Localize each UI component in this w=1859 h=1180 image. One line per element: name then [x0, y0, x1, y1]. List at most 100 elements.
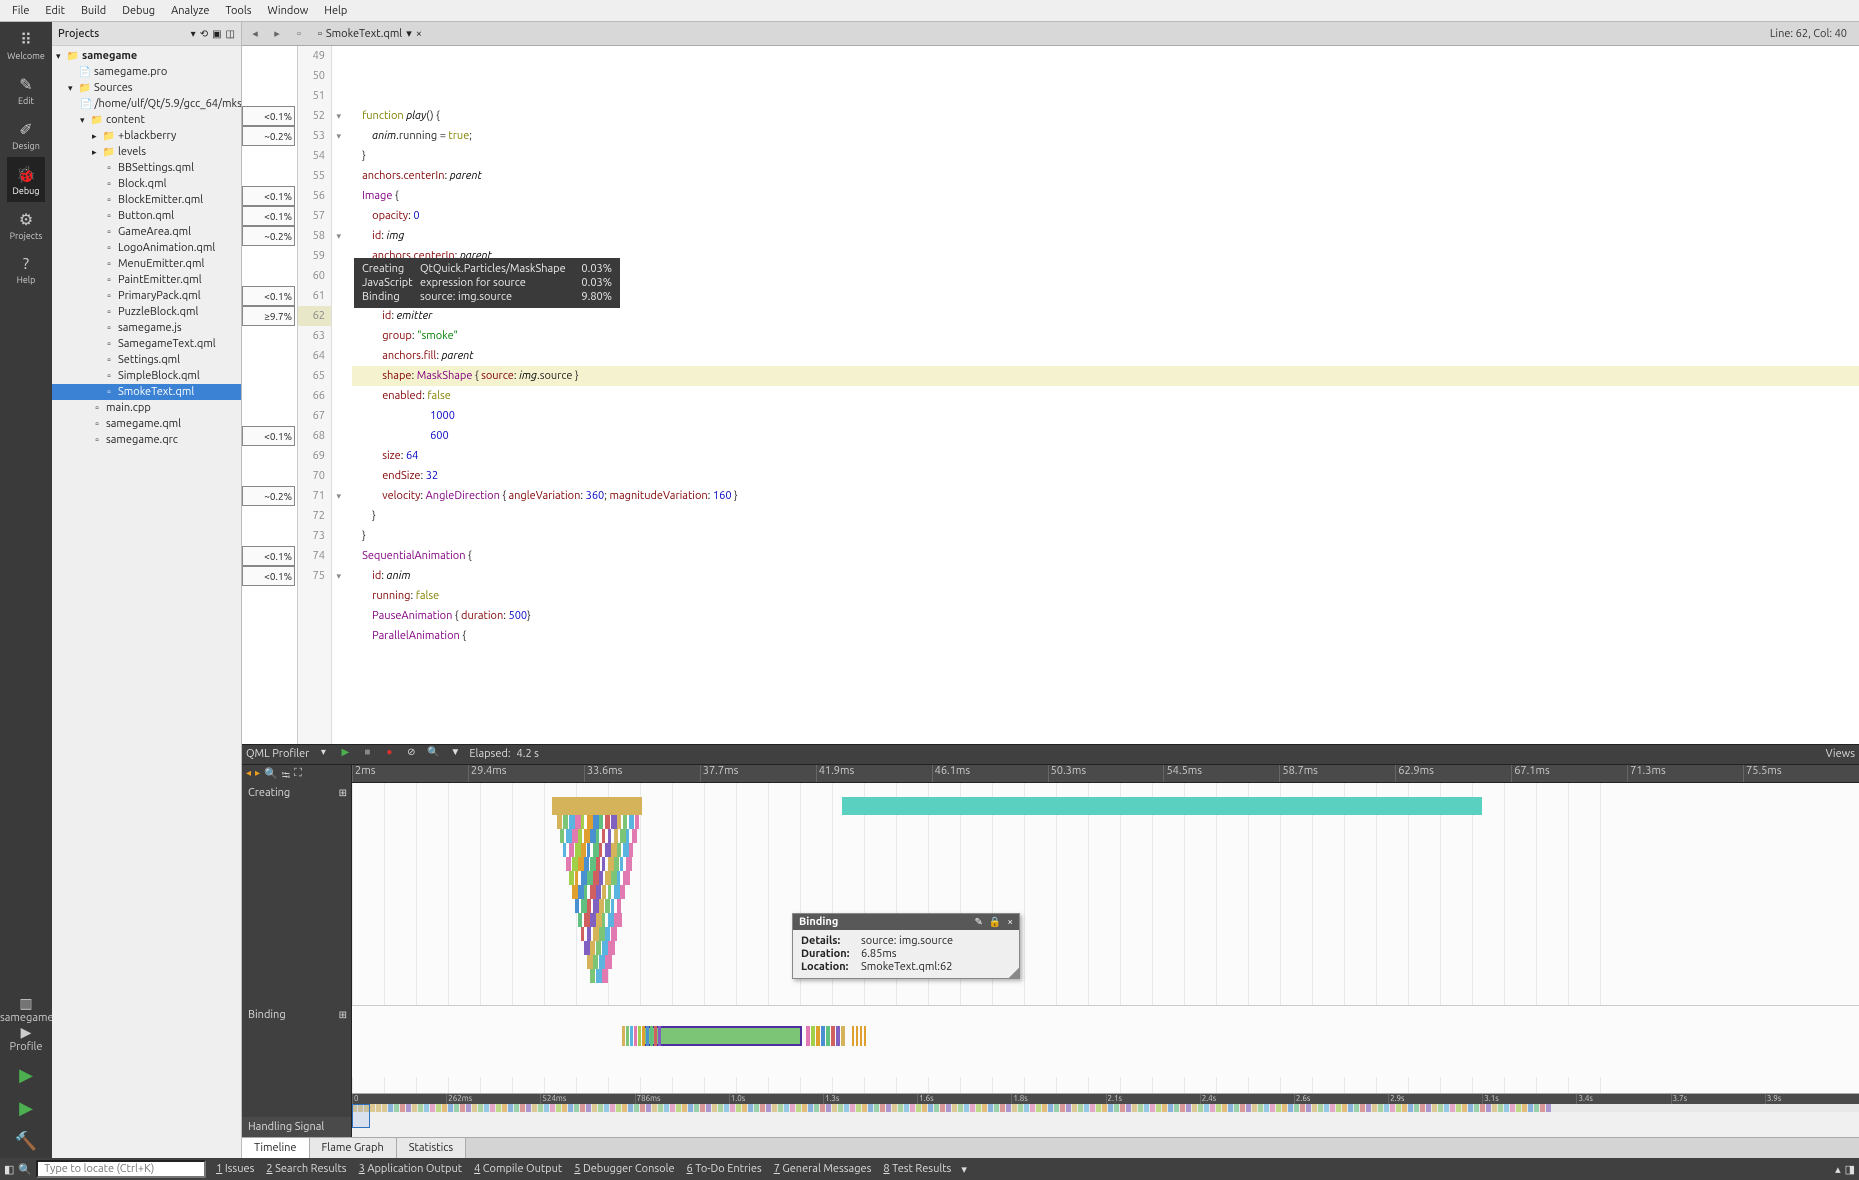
flame-bar[interactable] — [569, 843, 574, 857]
code-line[interactable]: group: "smoke" — [352, 326, 1859, 346]
tree-item[interactable]: ▾📁content — [52, 112, 241, 128]
tree-item[interactable]: 📄samegame.pro — [52, 64, 241, 80]
line-number[interactable]: 59 — [298, 246, 331, 266]
flame-bar[interactable] — [614, 857, 619, 871]
flame-bar[interactable] — [599, 871, 603, 885]
link-icon[interactable]: ⟲ — [200, 28, 208, 40]
output-pane-search-results[interactable]: 2 Search Results — [260, 1163, 352, 1175]
line-number[interactable]: 53 — [298, 126, 331, 146]
menu-help[interactable]: Help — [316, 3, 355, 19]
flame-bar[interactable] — [620, 857, 623, 871]
nav-back[interactable]: ◂ — [246, 27, 264, 40]
flame-bar[interactable] — [635, 815, 639, 829]
tree-item[interactable]: ▫samegame.qml — [52, 416, 241, 432]
menu-build[interactable]: Build — [73, 3, 114, 19]
line-number[interactable]: 51 — [298, 86, 331, 106]
flame-bar[interactable] — [602, 969, 608, 983]
flame-bar[interactable] — [575, 871, 578, 885]
overview-selection[interactable] — [352, 1104, 370, 1128]
binding-track[interactable] — [352, 1005, 1859, 1077]
tree-item[interactable]: ▫SmokeText.qml — [52, 384, 241, 400]
code-line[interactable]: anchors.fill: parent — [352, 346, 1859, 366]
output-pane-compile-output[interactable]: 4 Compile Output — [468, 1163, 568, 1175]
tree-item[interactable]: ▫Settings.qml — [52, 352, 241, 368]
event-bar[interactable] — [841, 1026, 845, 1046]
flame-bar[interactable] — [608, 941, 615, 955]
flame-bar[interactable] — [587, 899, 591, 913]
line-number[interactable]: 58 — [298, 226, 331, 246]
flame-bar[interactable] — [611, 899, 614, 913]
tree-item[interactable]: ▫PuzzleBlock.qml — [52, 304, 241, 320]
close-icon[interactable]: × — [1007, 916, 1013, 927]
tree-item[interactable]: 📄/home/ulf/Qt/5.9/gcc_64/mks — [52, 96, 241, 112]
flame-bar[interactable] — [605, 927, 610, 941]
code-line[interactable]: size: 64 — [352, 446, 1859, 466]
flame-bar[interactable] — [605, 899, 610, 913]
code-line[interactable]: function play() { — [352, 106, 1859, 126]
flame-bar[interactable] — [569, 871, 574, 885]
more-icon[interactable]: ▾ — [961, 1163, 967, 1176]
event-bar[interactable] — [646, 1026, 649, 1046]
flame-bar[interactable] — [563, 815, 568, 829]
flame-bar[interactable] — [608, 829, 611, 843]
dropdown-icon[interactable]: ▾ — [406, 27, 412, 40]
flame-bar[interactable] — [611, 927, 617, 941]
flame-bar[interactable] — [602, 829, 605, 843]
flame-bar[interactable] — [599, 815, 603, 829]
line-number[interactable]: 54 — [298, 146, 331, 166]
event-bar[interactable] — [622, 1026, 625, 1046]
line-number[interactable]: 74 — [298, 546, 331, 566]
menu-edit[interactable]: Edit — [37, 3, 73, 19]
mode-projects[interactable]: ⚙Projects — [7, 202, 45, 247]
event-bar[interactable] — [852, 1026, 854, 1046]
flame-bar[interactable] — [557, 815, 562, 829]
timeline-overview[interactable]: 0262ms524ms786ms1.0s1.3s1.6s1.8s2.1s2.4s… — [352, 1093, 1859, 1137]
tree-item[interactable]: ▫MenuEmitter.qml — [52, 256, 241, 272]
code-line[interactable]: anim.running = true; — [352, 126, 1859, 146]
dropdown-icon[interactable]: ▾ — [191, 28, 196, 40]
flame-bar[interactable] — [584, 857, 589, 871]
resize-handle[interactable] — [1009, 968, 1019, 978]
flame-bar[interactable] — [632, 829, 637, 843]
output-pane-to-do-entries[interactable]: 6 To-Do Entries — [681, 1163, 768, 1175]
event-bar[interactable] — [638, 1026, 641, 1046]
code-line[interactable]: id: emitter — [352, 306, 1859, 326]
line-number[interactable]: 55 — [298, 166, 331, 186]
start-icon[interactable]: ▶ — [337, 746, 353, 762]
code-line[interactable]: 1000 — [352, 406, 1859, 426]
flame-bar[interactable] — [581, 927, 584, 941]
toggle-sidebar-icon[interactable]: ◧ — [4, 1163, 14, 1176]
flame-bar[interactable] — [599, 899, 604, 913]
expand-icon[interactable]: ⊞ — [339, 787, 347, 799]
project-tree[interactable]: ▾📁samegame📄samegame.pro▾📁Sources📄/home/u… — [52, 46, 241, 1158]
mode-help[interactable]: ?Help — [7, 247, 45, 291]
flame-bar[interactable] — [599, 843, 602, 857]
code-line[interactable]: SequentialAnimation { — [352, 546, 1859, 566]
flame-bar[interactable] — [602, 913, 605, 927]
flame-bar[interactable] — [581, 815, 584, 829]
flame-bar[interactable] — [560, 829, 564, 843]
cursor-position[interactable]: Line: 62, Col: 40 — [1770, 28, 1855, 40]
line-number[interactable]: 64 — [298, 346, 331, 366]
code-line[interactable]: opacity: 0 — [352, 206, 1859, 226]
menu-window[interactable]: Window — [260, 3, 317, 19]
line-number[interactable]: 52 — [298, 106, 331, 126]
event-bar[interactable] — [856, 1026, 858, 1046]
event-bar[interactable] — [634, 1026, 637, 1046]
close-icon[interactable]: × — [416, 28, 422, 40]
next-event-icon[interactable]: ▸ — [255, 767, 260, 781]
code-line[interactable]: shape: MaskShape { source: img.source } — [352, 366, 1859, 386]
code-line[interactable]: velocity: AngleDirection { angleVariatio… — [352, 486, 1859, 506]
profiler-tab-timeline[interactable]: Timeline — [242, 1138, 310, 1158]
event-bar[interactable] — [816, 1026, 820, 1046]
flame-bar[interactable] — [581, 843, 586, 857]
stop-icon[interactable]: ■ — [359, 746, 375, 762]
jump-icon[interactable]: ⭾ — [282, 767, 290, 781]
event-bar[interactable] — [642, 1026, 645, 1046]
flame-bar[interactable] — [584, 885, 587, 899]
flame-bar[interactable] — [608, 885, 611, 899]
flame-bar[interactable] — [626, 829, 629, 843]
nav-fwd[interactable]: ▸ — [268, 27, 286, 40]
flame-bar[interactable] — [587, 927, 591, 941]
output-pane-issues[interactable]: 1 Issues — [210, 1163, 260, 1175]
